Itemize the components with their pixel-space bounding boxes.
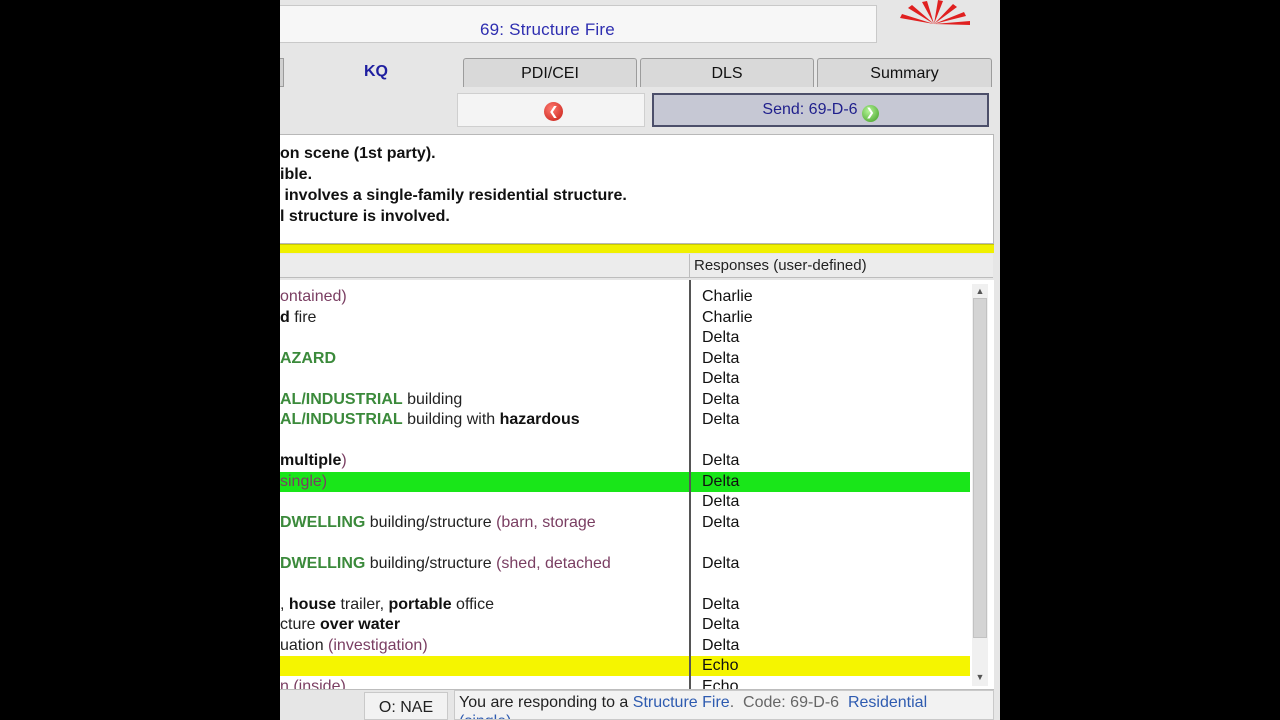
- response-cell[interactable]: Delta: [702, 595, 739, 615]
- response-cell[interactable]: Delta: [702, 349, 739, 369]
- response-cell[interactable]: Delta: [702, 328, 739, 348]
- determinant-text: over water: [320, 616, 401, 633]
- determinant-text: ,: [280, 595, 289, 613]
- determinant-text: (investigation): [328, 636, 428, 654]
- determinant-text: AL/INDUSTRIAL: [280, 390, 403, 408]
- operator-status: O: NAE: [364, 692, 448, 720]
- back-button[interactable]: ❮: [457, 93, 645, 127]
- response-cell[interactable]: Delta: [702, 615, 739, 635]
- determinant-text: office: [451, 595, 495, 613]
- scroll-up-icon[interactable]: ▲: [973, 284, 987, 298]
- determinant-text: building with: [402, 411, 500, 428]
- response-cell[interactable]: Delta: [702, 451, 739, 471]
- send-arrow-icon: ❯: [861, 105, 879, 122]
- determinant-cell[interactable]: n (inside): [280, 677, 346, 690]
- protocol-window: 69: Structure Fire KQ PDI/CEI DLS Summar…: [280, 0, 1000, 720]
- row-highlight: [280, 471, 689, 492]
- response-cell[interactable]: Delta: [702, 390, 739, 410]
- response-cell[interactable]: Charlie: [702, 308, 753, 328]
- determinant-cell[interactable]: DWELLING building/structure (shed, detac…: [280, 554, 611, 574]
- response-cell[interactable]: Delta: [702, 410, 739, 430]
- response-cell[interactable]: Delta: [702, 472, 739, 492]
- response-cell[interactable]: Delta: [702, 636, 739, 656]
- protocol-title: 69: Structure Fire: [480, 20, 615, 39]
- back-arrow-icon: ❮: [544, 102, 563, 121]
- status-text: . Code: 69-D-6: [729, 694, 848, 711]
- determinant-text: multiple: [280, 452, 342, 469]
- tab-summary[interactable]: Summary: [817, 58, 992, 87]
- response-status-message: You are responding to a Structure Fire. …: [454, 690, 994, 720]
- response-cell[interactable]: Delta: [702, 513, 739, 533]
- response-cell[interactable]: Delta: [702, 369, 739, 389]
- determinant-cell[interactable]: uation (investigation): [280, 636, 428, 656]
- determinant-cell[interactable]: , house trailer, portable office: [280, 595, 494, 615]
- determinant-text: building/structure: [365, 554, 497, 572]
- determinant-text: ontained): [280, 288, 347, 305]
- determinant-text: DWELLING: [280, 554, 366, 572]
- response-cell[interactable]: Delta: [702, 492, 739, 512]
- row-highlight: [280, 656, 689, 676]
- response-cell[interactable]: Echo: [702, 677, 738, 690]
- tab-dls[interactable]: DLS: [640, 58, 814, 87]
- determinant-text: cture: [280, 616, 321, 633]
- response-cell[interactable]: Echo: [702, 656, 738, 676]
- determinant-text: ): [341, 452, 347, 469]
- summary-line: l structure is involved.: [280, 208, 450, 225]
- determinant-text: house: [288, 595, 337, 613]
- response-cell[interactable]: Charlie: [702, 287, 753, 307]
- tab-summary-label: Summary: [870, 65, 939, 82]
- status-text-line2: (single): [459, 714, 993, 720]
- determinant-text: trailer,: [336, 595, 389, 613]
- tab-dls-label: DLS: [711, 65, 743, 82]
- responses-column-header: Responses (user-defined): [689, 254, 993, 278]
- determinant-column-header: [280, 254, 689, 278]
- determinant-cell[interactable]: cture over water: [280, 615, 400, 635]
- determinant-cell[interactable]: d fire: [280, 308, 316, 328]
- summary-line: ible.: [280, 166, 313, 183]
- table-scrollbar[interactable]: ▲ ▼: [972, 284, 988, 686]
- summary-line: involves a single-family residential str…: [280, 187, 627, 204]
- determinant-cell[interactable]: AL/INDUSTRIAL building with hazardous: [280, 410, 580, 430]
- determinant-cell[interactable]: single): [280, 472, 327, 492]
- determinant-table: ontained) Charlie d fire Charlie Delta AZARD D…: [280, 280, 994, 690]
- determinant-text: AZARD: [280, 349, 336, 367]
- protocol-title-box: 69: Structure Fire: [280, 5, 877, 43]
- response-cell[interactable]: Delta: [702, 554, 739, 574]
- send-button-label: Send: 69-D-6: [762, 101, 858, 118]
- status-text: Residential: [847, 694, 928, 711]
- determinant-cell[interactable]: AL/INDUSTRIAL building: [280, 390, 462, 410]
- determinant-text: (shed, detached: [496, 554, 611, 572]
- determinant-text: (barn, storage: [496, 513, 596, 531]
- tab-stub: [280, 58, 284, 87]
- determinant-text: building: [402, 390, 463, 408]
- scroll-down-icon[interactable]: ▼: [973, 670, 987, 684]
- determinant-text: n (inside): [280, 677, 346, 690]
- determinant-cell[interactable]: DWELLING building/structure (barn, stora…: [280, 513, 596, 533]
- tab-pdi-cei-label: PDI/CEI: [521, 65, 579, 82]
- summary-box: on scene (1st party). ible. involves a s…: [280, 134, 994, 244]
- logo-icon: [900, 0, 970, 25]
- tab-kq-label: KQ: [364, 63, 388, 80]
- determinant-cell[interactable]: ontained): [280, 287, 347, 307]
- separator-bar: [280, 244, 994, 253]
- determinant-text: d: [280, 308, 290, 326]
- determinant-cell[interactable]: AZARD: [280, 349, 336, 369]
- summary-line: on scene (1st party).: [280, 145, 436, 162]
- determinant-text: uation: [280, 636, 329, 654]
- determinant-text: portable: [388, 595, 452, 613]
- tab-kq[interactable]: KQ: [290, 56, 462, 89]
- determinant-text: DWELLING: [280, 513, 366, 531]
- determinant-cell[interactable]: multiple): [280, 451, 347, 471]
- determinant-text: hazardous: [499, 411, 580, 428]
- determinant-text: single): [280, 472, 328, 490]
- determinant-text: fire: [289, 308, 317, 326]
- send-button[interactable]: Send: 69-D-6 ❯: [652, 93, 989, 127]
- tab-pdi-cei[interactable]: PDI/CEI: [463, 58, 637, 87]
- status-text: You are responding to a: [459, 694, 633, 711]
- scroll-thumb[interactable]: [973, 298, 987, 638]
- determinant-text: AL/INDUSTRIAL: [280, 411, 403, 428]
- tab-bar: KQ PDI/CEI DLS Summary: [280, 56, 994, 89]
- status-text: Structure Fire: [632, 694, 730, 711]
- determinant-text: building/structure: [365, 513, 497, 531]
